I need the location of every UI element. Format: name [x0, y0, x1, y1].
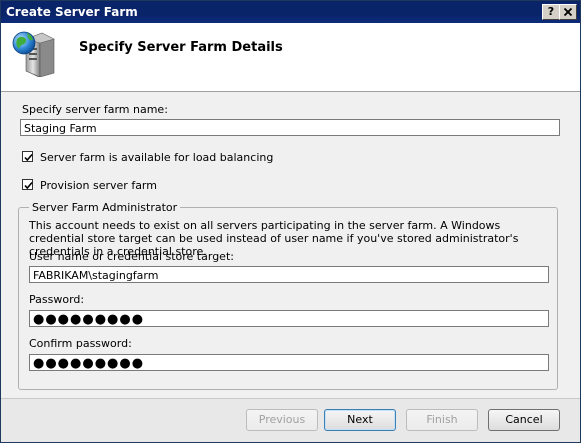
- help-button[interactable]: ?: [542, 4, 560, 20]
- create-server-farm-dialog: Create Server Farm ? Specify Server Farm…: [0, 0, 581, 443]
- finish-button[interactable]: Finish: [406, 409, 478, 431]
- checkmark-icon: [24, 153, 33, 162]
- confirm-password-label: Confirm password:: [29, 337, 132, 350]
- farm-name-label: Specify server farm name:: [22, 103, 168, 116]
- wizard-header: Specify Server Farm Details: [1, 23, 580, 92]
- load-balancing-label[interactable]: Server farm is available for load balanc…: [40, 151, 273, 164]
- group-legend: Server Farm Administrator: [29, 201, 181, 214]
- title-bar[interactable]: Create Server Farm ?: [1, 1, 580, 23]
- load-balancing-checkbox[interactable]: [22, 151, 33, 162]
- previous-button[interactable]: Previous: [246, 409, 318, 431]
- wizard-step-title: Specify Server Farm Details: [79, 40, 283, 55]
- provision-checkbox[interactable]: [22, 179, 33, 190]
- next-button[interactable]: Next: [324, 409, 396, 431]
- window-title: Create Server Farm: [6, 5, 138, 19]
- password-input[interactable]: ●●●●●●●●●: [29, 310, 549, 327]
- server-globe-icon: [12, 31, 55, 77]
- cancel-button[interactable]: Cancel: [488, 409, 560, 431]
- user-name-input[interactable]: FABRIKAM\stagingfarm: [29, 266, 549, 283]
- close-button[interactable]: [559, 4, 577, 20]
- user-name-label: User name or credential store target:: [29, 250, 234, 263]
- password-label: Password:: [29, 293, 85, 306]
- farm-name-input[interactable]: Staging Farm: [20, 119, 560, 136]
- checkmark-icon: [24, 181, 33, 190]
- confirm-password-input[interactable]: ●●●●●●●●●: [29, 354, 549, 371]
- provision-label[interactable]: Provision server farm: [40, 179, 157, 192]
- close-icon: [563, 7, 573, 17]
